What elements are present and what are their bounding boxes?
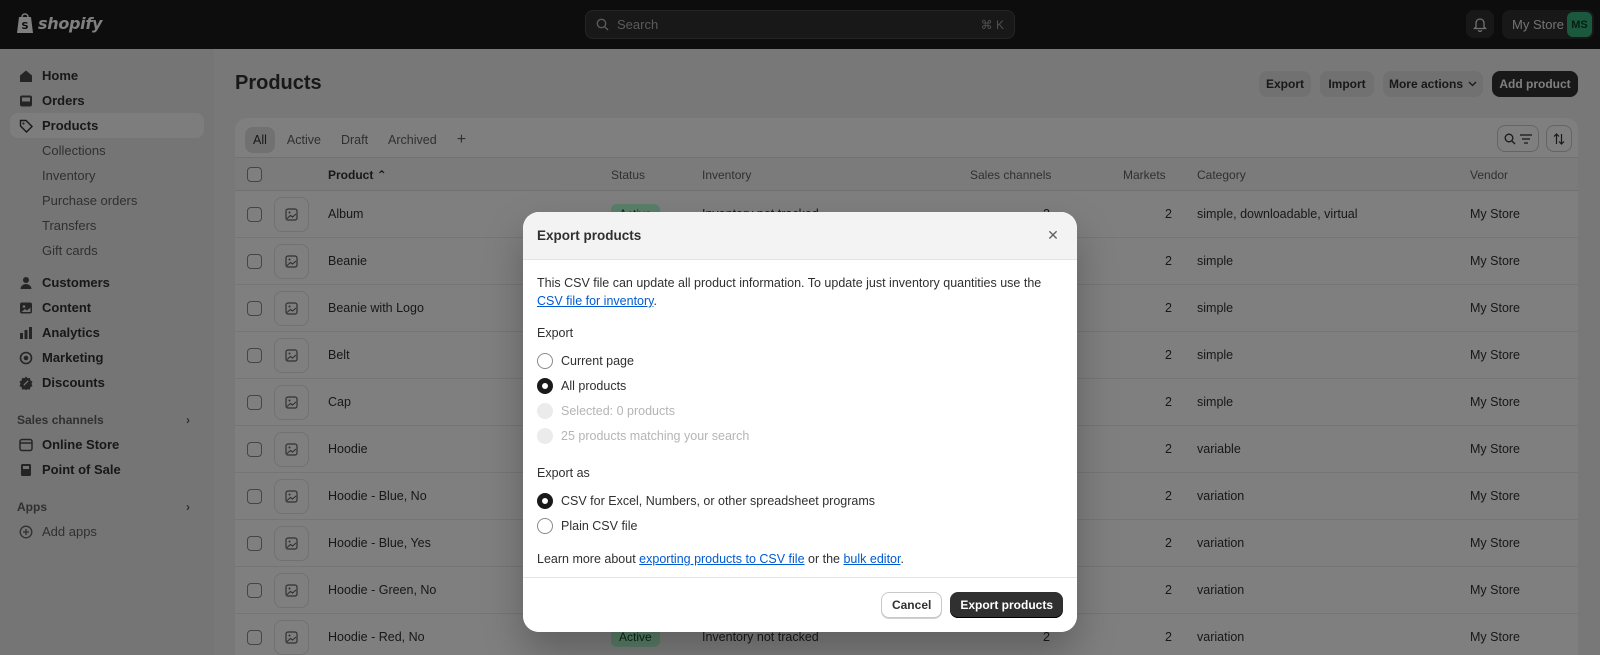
modal-intro: This CSV file can update all product inf… <box>537 276 1042 308</box>
learn-more-text: Learn more about exporting products to C… <box>537 552 904 566</box>
export-as-radio-1[interactable]: Plain CSV file <box>537 513 1063 538</box>
radio-indicator <box>537 377 553 394</box>
export-radio-1[interactable]: All products <box>537 373 1063 398</box>
export-radio-3: 25 products matching your search <box>537 423 1063 448</box>
cancel-button[interactable]: Cancel <box>880 592 943 618</box>
bulk-editor-link[interactable]: bulk editor <box>843 552 900 566</box>
export-as-options: CSV for Excel, Numbers, or other spreads… <box>537 488 1063 538</box>
export-as-label: Export as <box>537 466 590 480</box>
export-radio-2: Selected: 0 products <box>537 398 1063 423</box>
radio-label: Current page <box>561 353 634 368</box>
export-radio-0[interactable]: Current page <box>537 348 1063 373</box>
radio-label: Selected: 0 products <box>561 403 675 418</box>
export-products-button[interactable]: Export products <box>950 592 1063 618</box>
export-options: Current page All products Selected: 0 prod… <box>537 348 1063 448</box>
csv-inventory-link[interactable]: CSV file for inventory <box>537 294 653 308</box>
radio-label: Plain CSV file <box>561 518 638 533</box>
export-label: Export <box>537 326 574 340</box>
close-icon[interactable]: ✕ <box>1043 226 1063 246</box>
modal-body: This CSV file can update all product inf… <box>523 260 1077 568</box>
radio-indicator <box>537 402 553 419</box>
radio-indicator <box>537 492 553 509</box>
export-products-modal: Export products ✕ This CSV file can upda… <box>523 212 1077 632</box>
modal-title: Export products <box>537 228 642 243</box>
intro-text: This CSV file can update all product inf… <box>537 276 1042 290</box>
radio-label: CSV for Excel, Numbers, or other spreads… <box>561 493 876 508</box>
exporting-products-link[interactable]: exporting products to CSV file <box>639 552 804 566</box>
radio-indicator <box>537 427 553 444</box>
radio-indicator <box>537 517 553 534</box>
radio-label: All products <box>561 378 627 393</box>
radio-label: 25 products matching your search <box>561 428 750 443</box>
export-as-radio-0[interactable]: CSV for Excel, Numbers, or other spreads… <box>537 488 1063 513</box>
modal-header: Export products ✕ <box>523 212 1077 260</box>
radio-indicator <box>537 352 553 369</box>
modal-footer: Cancel Export products <box>523 577 1077 632</box>
